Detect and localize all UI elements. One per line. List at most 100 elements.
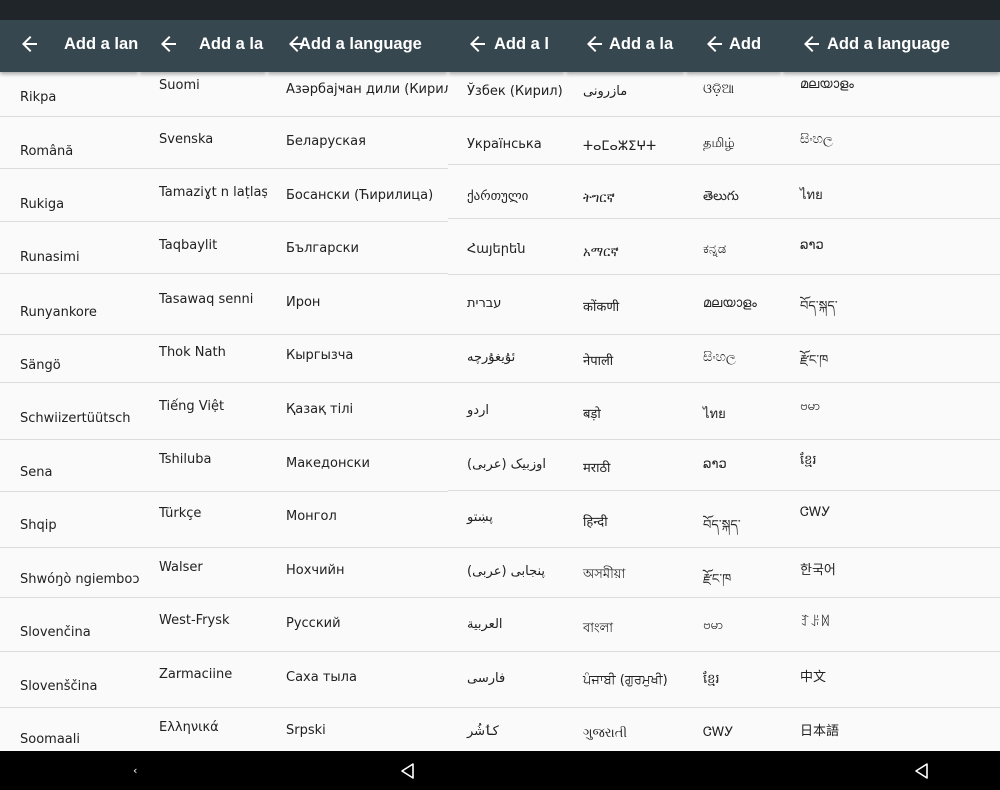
language-row[interactable]: తెలుగు (685, 165, 782, 219)
language-row[interactable]: Tamaziɣt n laṭlaṣ (139, 169, 267, 222)
language-row[interactable]: བོད་སྐད་ (782, 275, 1000, 335)
language-row[interactable]: Sena (0, 440, 139, 492)
language-row[interactable]: Rikpa (0, 72, 139, 117)
nav-back-icon[interactable] (399, 762, 417, 780)
language-row[interactable]: ትግርኛ (565, 165, 685, 219)
language-row[interactable]: ខ្មែរ (782, 440, 1000, 491)
language-row[interactable]: West-Frysk (139, 598, 267, 652)
language-row[interactable]: Кыргызча (267, 335, 448, 383)
language-row[interactable]: Македонски (267, 440, 448, 492)
language-row[interactable]: ไทย (782, 165, 1000, 219)
language-row[interactable]: ଓଡ଼ିଆ (685, 72, 782, 117)
language-row[interactable]: Українська (448, 117, 565, 165)
language-row[interactable]: کٲشُر (448, 708, 565, 751)
language-row[interactable]: Հայերեն (448, 219, 565, 275)
language-row[interactable]: ქართული (448, 165, 565, 219)
arrow-back-icon[interactable] (703, 32, 727, 56)
language-row[interactable]: Srpski (267, 708, 448, 751)
language-row[interactable]: ᏣᎳᎩ (685, 708, 782, 751)
language-row[interactable]: Taqbaylit (139, 222, 267, 274)
language-row[interactable]: മലയാളം (685, 275, 782, 335)
language-row[interactable]: ລາວ (782, 219, 1000, 275)
language-row[interactable]: বাংলা (565, 598, 685, 652)
language-row[interactable]: कोंकणी (565, 275, 685, 335)
language-row[interactable]: ဗမာ (685, 598, 782, 652)
arrow-back-icon[interactable] (800, 32, 824, 56)
arrow-back-icon[interactable] (157, 32, 181, 56)
language-row[interactable]: Монгол (267, 492, 448, 548)
language-row[interactable]: አማርኛ (565, 219, 685, 275)
language-row[interactable]: ⵜⴰⵎⴰⵣⵉⵖⵜ (565, 117, 685, 165)
language-row[interactable]: Қазақ тілі (267, 383, 448, 440)
language-row[interactable]: ไทย (685, 383, 782, 440)
language-row[interactable]: Ελληνικά (139, 708, 267, 751)
language-row[interactable]: हिन्दी (565, 491, 685, 548)
language-row[interactable]: Tasawaq senni (139, 274, 267, 335)
language-row[interactable]: پښتو (448, 491, 565, 548)
arrow-back-icon[interactable] (18, 32, 42, 56)
language-row[interactable]: Нохчийн (267, 548, 448, 598)
language-row[interactable]: Slovenčina (0, 598, 139, 652)
language-row[interactable]: Ирон (267, 274, 448, 335)
language-row[interactable]: Runasimi (0, 222, 139, 274)
language-row[interactable]: অসমীয়া (565, 548, 685, 598)
language-row[interactable]: தமிழ் (685, 117, 782, 165)
language-row[interactable]: Thok Nath (139, 335, 267, 383)
language-row[interactable]: Zarmaciine (139, 652, 267, 708)
language-row[interactable]: Türkçe (139, 492, 267, 548)
language-row[interactable]: Schwiizertüütsch (0, 383, 139, 440)
language-row[interactable]: مازرونی (565, 72, 685, 117)
language-row[interactable]: پنجابی (عربی) (448, 548, 565, 598)
language-row[interactable]: ဗမာ (782, 383, 1000, 440)
language-row[interactable]: བོད་སྐད་ (685, 491, 782, 548)
language-row[interactable]: Sängö (0, 335, 139, 383)
language-row[interactable]: עברית (448, 275, 565, 335)
language-row[interactable]: മലയാളം (782, 72, 1000, 117)
language-row[interactable]: Suomi (139, 72, 267, 117)
language-row[interactable]: Rukiga (0, 169, 139, 222)
language-row[interactable]: ಕನ್ನಡ (685, 219, 782, 275)
language-row[interactable]: Slovenščina (0, 652, 139, 708)
language-row[interactable]: Азәрбајҹан дили (Кирил) (267, 72, 448, 117)
language-row[interactable]: Shqip (0, 492, 139, 548)
language-row[interactable]: Tiếng Việt (139, 383, 267, 440)
language-row[interactable]: Русский (267, 598, 448, 652)
language-row[interactable]: Tshiluba (139, 440, 267, 492)
language-row[interactable]: 한국어 (782, 548, 1000, 598)
language-row[interactable]: རྫོང་ཁ (782, 335, 1000, 383)
language-row[interactable]: Română (0, 117, 139, 169)
language-row[interactable]: Svenska (139, 117, 267, 169)
language-row[interactable]: ខ្មែរ (685, 652, 782, 708)
nav-back-icon[interactable] (913, 762, 931, 780)
language-row[interactable]: नेपाली (565, 335, 685, 383)
language-row[interactable]: العربية (448, 598, 565, 652)
arrow-back-icon[interactable] (583, 32, 607, 56)
nav-back-small-icon[interactable]: ‹ (133, 764, 137, 777)
language-row[interactable]: සිංහල (782, 117, 1000, 165)
language-row[interactable]: 中文 (782, 652, 1000, 708)
language-row[interactable]: Саха тыла (267, 652, 448, 708)
language-row[interactable]: Shwóŋò ngiemboɔn (0, 548, 139, 598)
language-row[interactable]: 日本語 (782, 708, 1000, 751)
language-row[interactable]: मराठी (565, 440, 685, 491)
language-row[interactable]: اوزبیک (عربی) (448, 440, 565, 491)
language-row[interactable]: Беларуская (267, 117, 448, 169)
language-row[interactable]: Runyankore (0, 274, 139, 335)
language-row[interactable]: සිංහල (685, 335, 782, 383)
language-row[interactable]: ئۇيغۇرچە (448, 335, 565, 383)
language-row[interactable]: ລາວ (685, 440, 782, 491)
language-row[interactable]: ਪੰਜਾਬੀ (ਗੁਰਮੁਖੀ) (565, 652, 685, 708)
language-row[interactable]: बड़ो (565, 383, 685, 440)
language-row[interactable]: اردو (448, 383, 565, 440)
language-row[interactable]: Soomaali (0, 708, 139, 751)
language-row[interactable]: فارسی (448, 652, 565, 708)
language-row[interactable]: རྫོང་ཁ (685, 548, 782, 598)
language-row[interactable]: Босански (Ћирилица) (267, 169, 448, 222)
language-row[interactable]: Български (267, 222, 448, 274)
language-row[interactable]: ꆈꌠꉙ (782, 598, 1000, 652)
language-row[interactable]: ગુજરાતી (565, 708, 685, 751)
language-row[interactable]: Ўзбек (Кирил) (448, 72, 565, 117)
language-row[interactable]: ᏣᎳᎩ (782, 491, 1000, 548)
arrow-back-icon[interactable] (466, 32, 490, 56)
language-row[interactable]: Walser (139, 548, 267, 598)
